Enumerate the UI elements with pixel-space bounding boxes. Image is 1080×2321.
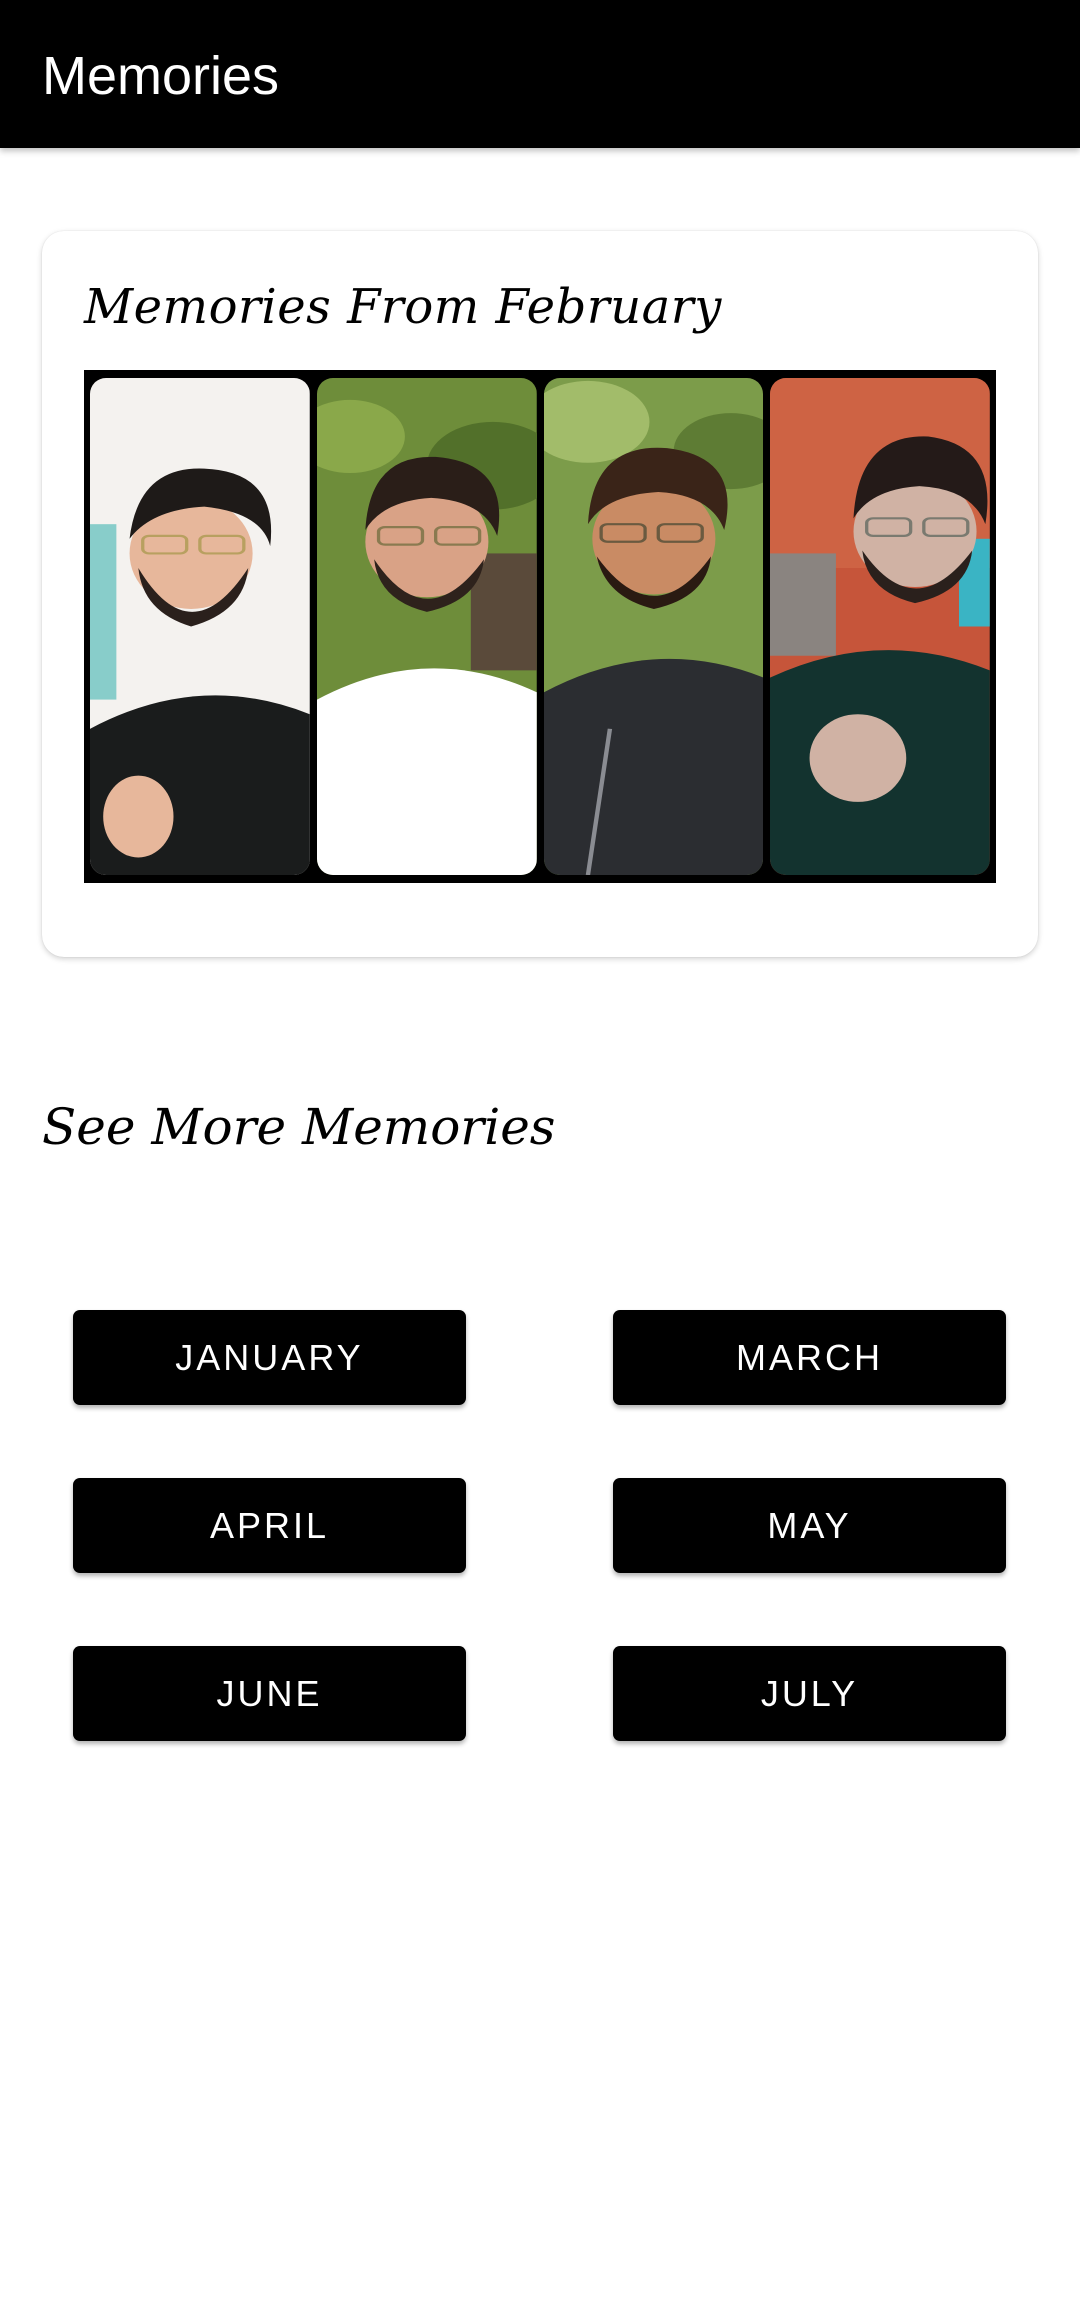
see-more-heading: See More Memories <box>42 1098 556 1156</box>
app-bar: Memories <box>0 0 1080 148</box>
may-button[interactable]: MAY <box>613 1478 1006 1573</box>
portrait-image <box>770 378 990 875</box>
featured-memories-card[interactable]: Memories From February <box>42 231 1038 957</box>
portrait-image <box>316 378 537 875</box>
march-button[interactable]: MARCH <box>613 1310 1006 1405</box>
photo-2[interactable] <box>316 378 537 875</box>
july-button[interactable]: JULY <box>613 1646 1006 1741</box>
portrait-image <box>543 378 764 875</box>
photo-1[interactable] <box>90 378 310 875</box>
april-button[interactable]: APRIL <box>73 1478 466 1573</box>
photo-collage[interactable] <box>84 370 996 883</box>
january-button[interactable]: JANUARY <box>73 1310 466 1405</box>
featured-heading: Memories From February <box>84 279 722 335</box>
june-button[interactable]: JUNE <box>73 1646 466 1741</box>
portrait-image <box>90 378 310 875</box>
page-title: Memories <box>42 46 280 106</box>
photo-4[interactable] <box>770 378 990 875</box>
photo-3[interactable] <box>543 378 764 875</box>
